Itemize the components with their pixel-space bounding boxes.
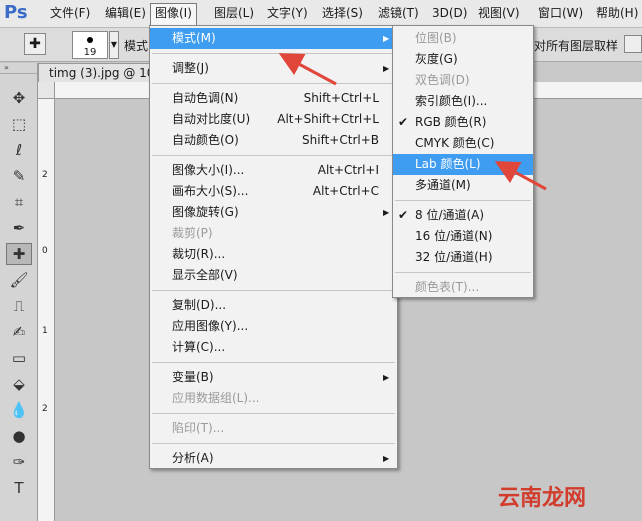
watermark-text: 云南龙网 bbox=[498, 486, 587, 511]
arrow-to-mode-item bbox=[278, 53, 337, 86]
annotation-arrows bbox=[278, 53, 547, 191]
arrow-to-lab-color bbox=[494, 161, 547, 191]
